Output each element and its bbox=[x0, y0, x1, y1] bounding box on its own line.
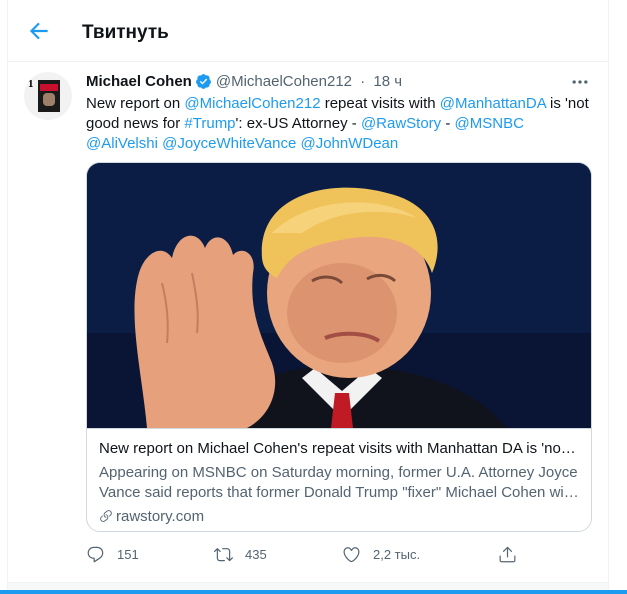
tweet-time[interactable]: 18 ч bbox=[373, 73, 402, 90]
tweet-actions: 151 435 2,2 тыс. bbox=[86, 542, 526, 566]
mention-link[interactable]: @MichaelCohen212 bbox=[184, 95, 320, 112]
retweet-icon bbox=[214, 547, 233, 561]
card-image[interactable] bbox=[87, 163, 591, 428]
retweet-button[interactable]: 435 bbox=[214, 542, 267, 566]
author-name[interactable]: Michael Cohen bbox=[86, 73, 192, 90]
more-button[interactable] bbox=[570, 72, 590, 92]
avatar[interactable]: 1 bbox=[24, 72, 72, 120]
retweet-count: 435 bbox=[245, 546, 267, 562]
tweet-text-part: New report on bbox=[86, 95, 185, 112]
more-dots-icon bbox=[572, 80, 588, 84]
mention-link[interactable]: @ManhattanDA bbox=[440, 95, 546, 112]
share-icon bbox=[499, 546, 516, 562]
page-header: Твитнуть bbox=[8, 0, 608, 62]
mention-link[interactable]: @RawStory bbox=[361, 115, 441, 132]
tweet-text-part: ': ex-US Attorney - bbox=[235, 115, 361, 132]
tweet-meta: Michael Cohen @MichaelCohen212 · 18 ч bbox=[86, 72, 402, 92]
tweet-text-part: repeat visits with bbox=[320, 95, 440, 112]
reply-button[interactable]: 151 bbox=[86, 542, 139, 566]
avatar-book-band bbox=[40, 84, 58, 91]
tweet[interactable]: 1 Michael Cohen @MichaelCohen212 · 18 ч N… bbox=[8, 62, 608, 582]
card-domain-text: rawstory.com bbox=[116, 508, 205, 525]
tweet-text: New report on @MichaelCohen212 repeat vi… bbox=[86, 94, 596, 154]
meta-separator: · bbox=[360, 72, 366, 90]
author-handle[interactable]: @MichaelCohen212 bbox=[216, 73, 352, 90]
card-description: Appearing on MSNBC on Saturday morning, … bbox=[99, 464, 578, 501]
tweet-text-part: - bbox=[441, 115, 455, 132]
arrow-left-icon bbox=[29, 22, 48, 40]
left-rail bbox=[0, 0, 8, 594]
right-rail bbox=[608, 0, 627, 594]
card-title: New report on Michael Cohen's repeat vis… bbox=[99, 440, 579, 457]
mention-link[interactable]: @AliVelshi bbox=[86, 135, 158, 152]
mention-link[interactable]: @JoyceWhiteVance bbox=[162, 135, 296, 152]
back-button[interactable] bbox=[26, 18, 52, 44]
card-photo-illustration bbox=[87, 163, 591, 428]
share-button[interactable] bbox=[498, 542, 529, 566]
page-title: Твитнуть bbox=[82, 22, 169, 43]
like-count: 2,2 тыс. bbox=[373, 546, 421, 562]
heart-icon bbox=[343, 546, 360, 562]
avatar-number: 1 bbox=[28, 78, 34, 90]
card-domain: rawstory.com bbox=[99, 507, 579, 527]
like-button[interactable]: 2,2 тыс. bbox=[342, 542, 420, 566]
reply-count: 151 bbox=[117, 546, 139, 562]
avatar-book-face bbox=[43, 93, 55, 106]
link-icon bbox=[100, 510, 112, 522]
card-info[interactable]: New report on Michael Cohen's repeat vis… bbox=[87, 428, 591, 531]
mention-link[interactable]: @MSNBC bbox=[455, 115, 524, 132]
hashtag-link[interactable]: #Trump bbox=[184, 115, 235, 132]
bottom-accent-bar bbox=[0, 590, 627, 594]
reply-icon bbox=[87, 546, 104, 562]
verified-badge-icon bbox=[195, 73, 211, 89]
mention-link[interactable]: @JohnWDean bbox=[300, 135, 398, 152]
link-card[interactable]: New report on Michael Cohen's repeat vis… bbox=[86, 162, 592, 532]
